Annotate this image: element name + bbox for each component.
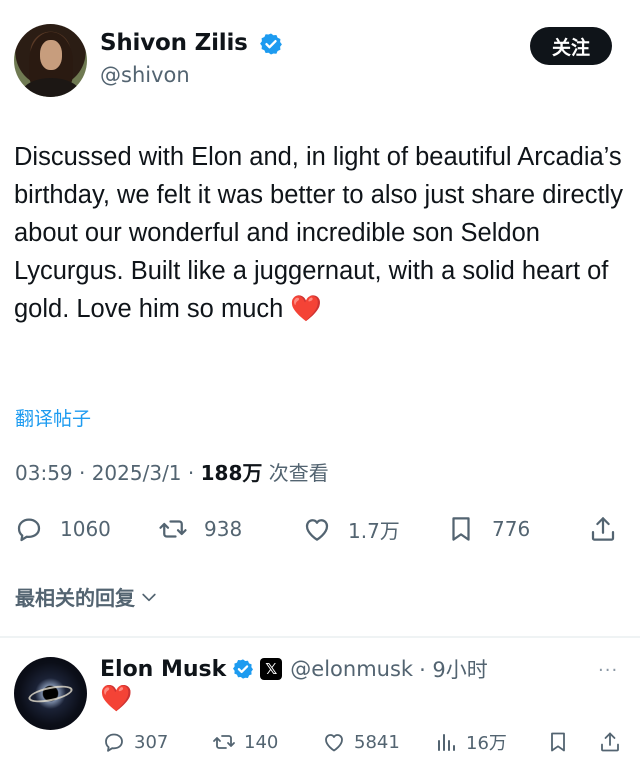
author-name[interactable]: Shivon Zilis — [100, 30, 283, 56]
verified-badge-icon — [260, 33, 283, 54]
reply-like-count: 5841 — [354, 731, 400, 753]
author-avatar[interactable] — [14, 24, 87, 97]
avatar-ring — [27, 682, 74, 706]
reply-author-handle[interactable]: @elonmusk — [290, 657, 413, 681]
reply-post[interactable]: Elon Musk 𝕏 @elonmusk · 9小时 ··· ❤️ 307 1… — [0, 638, 640, 779]
post-timestamp[interactable]: 03:59 · 2025/3/1 · — [15, 461, 201, 485]
avatar-face — [40, 40, 62, 70]
post-action-bar: 1060 938 1.7万 776 — [0, 507, 640, 551]
repost-button[interactable]: 938 — [158, 507, 242, 551]
share-button[interactable] — [588, 507, 618, 551]
follow-button[interactable]: 关注 — [530, 27, 612, 65]
reply-icon — [105, 733, 123, 752]
verified-badge-icon — [233, 659, 254, 679]
author-handle[interactable]: @shivon — [100, 63, 190, 87]
share-icon — [601, 732, 619, 752]
author-name-text[interactable]: Shivon Zilis — [100, 30, 248, 56]
reply-like-button[interactable]: 5841 — [322, 726, 400, 758]
reply-button[interactable]: 1060 — [14, 507, 111, 551]
reply-reply-count: 307 — [134, 731, 169, 753]
heart-emoji: ❤️ — [290, 295, 323, 323]
share-icon — [591, 517, 615, 541]
more-options-icon[interactable]: ··· — [598, 660, 618, 681]
reply-share-button[interactable] — [598, 726, 622, 758]
reply-text: ❤️ — [100, 684, 133, 714]
bookmark-icon — [551, 732, 565, 752]
reply-views-count: 16万 — [466, 733, 507, 754]
reply-author-avatar[interactable] — [14, 657, 87, 730]
repost-icon — [159, 520, 187, 538]
repost-icon — [213, 735, 235, 749]
repost-count: 938 — [204, 517, 243, 541]
post-meta: 03:59 · 2025/3/1 · 188万 次查看 — [15, 457, 329, 486]
reply-author-line: Elon Musk 𝕏 @elonmusk · 9小时 — [100, 654, 488, 684]
bookmark-icon — [452, 517, 470, 541]
reply-timestamp[interactable]: · 9小时 — [419, 654, 488, 684]
like-button[interactable]: 1.7万 — [302, 507, 400, 551]
reply-repost-count: 140 — [244, 731, 279, 753]
post-text: Discussed with Elon and, in light of bea… — [14, 138, 626, 328]
translate-post-link[interactable]: 翻译帖子 — [15, 404, 91, 431]
replies-sort-dropdown[interactable]: 最相关的回复 — [15, 582, 159, 611]
reply-author-name[interactable]: Elon Musk — [100, 657, 226, 682]
reply-views-button[interactable]: 16万 — [434, 726, 507, 758]
reply-count: 1060 — [60, 517, 111, 541]
like-icon — [305, 519, 329, 541]
views-label: 次查看 — [262, 461, 329, 485]
like-count: 1.7万 — [348, 518, 400, 543]
main-post: Shivon Zilis @shivon 关注 Discussed with E… — [0, 0, 640, 636]
reply-icon — [17, 518, 41, 542]
x-affiliate-icon: 𝕏 — [260, 658, 283, 680]
like-icon — [325, 734, 343, 752]
views-count: 188万 — [200, 461, 263, 485]
bookmark-count: 776 — [492, 517, 531, 541]
replies-sort-label: 最相关的回复 — [15, 586, 135, 610]
reply-bookmark-button[interactable] — [546, 726, 570, 758]
bookmark-button[interactable]: 776 — [446, 507, 530, 551]
reply-action-bar: 307 140 5841 16万 — [0, 726, 640, 758]
reply-reply-button[interactable]: 307 — [102, 726, 168, 758]
views-chart-icon — [438, 734, 455, 751]
chevron-down-icon — [142, 593, 156, 601]
reply-repost-button[interactable]: 140 — [212, 726, 278, 758]
